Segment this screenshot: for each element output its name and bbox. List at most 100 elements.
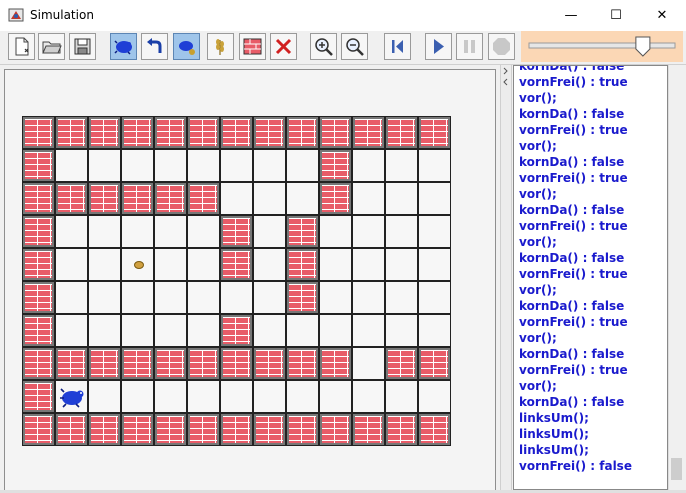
- empty-tile[interactable]: [352, 215, 385, 248]
- territory-canvas[interactable]: [4, 69, 496, 491]
- empty-tile[interactable]: [121, 215, 154, 248]
- turn-button[interactable]: [141, 33, 168, 60]
- empty-tile[interactable]: [154, 380, 187, 413]
- hamster-tool-button[interactable]: [110, 33, 137, 60]
- wall-tile[interactable]: [418, 347, 451, 380]
- empty-tile[interactable]: [385, 314, 418, 347]
- wall-tile[interactable]: [385, 347, 418, 380]
- empty-tile[interactable]: [319, 215, 352, 248]
- wall-tile[interactable]: [187, 413, 220, 446]
- wall-tile[interactable]: [121, 347, 154, 380]
- wall-tile[interactable]: [55, 413, 88, 446]
- empty-tile[interactable]: [55, 149, 88, 182]
- wall-tile[interactable]: [22, 314, 55, 347]
- empty-tile[interactable]: [352, 182, 385, 215]
- wall-tile[interactable]: [22, 215, 55, 248]
- empty-tile[interactable]: [253, 380, 286, 413]
- wall-tile[interactable]: [154, 413, 187, 446]
- empty-tile[interactable]: [154, 149, 187, 182]
- empty-tile[interactable]: [385, 380, 418, 413]
- wall-tile[interactable]: [22, 149, 55, 182]
- wall-tile[interactable]: [286, 281, 319, 314]
- wall-tile[interactable]: [187, 116, 220, 149]
- empty-tile[interactable]: [352, 149, 385, 182]
- wall-tile[interactable]: [286, 347, 319, 380]
- wall-tile[interactable]: [352, 116, 385, 149]
- wall-tile[interactable]: [187, 182, 220, 215]
- empty-tile[interactable]: [88, 314, 121, 347]
- wall-tile[interactable]: [22, 281, 55, 314]
- hamster-icon[interactable]: [58, 385, 86, 409]
- empty-tile[interactable]: [319, 281, 352, 314]
- empty-tile[interactable]: [286, 314, 319, 347]
- wall-tile[interactable]: [319, 347, 352, 380]
- grain-button[interactable]: [207, 33, 234, 60]
- pause-button[interactable]: [456, 33, 483, 60]
- empty-tile[interactable]: [55, 248, 88, 281]
- wall-tile[interactable]: [154, 347, 187, 380]
- wall-tile[interactable]: [22, 182, 55, 215]
- wall-tile[interactable]: [385, 413, 418, 446]
- wall-tile[interactable]: [55, 182, 88, 215]
- wall-tile[interactable]: [352, 413, 385, 446]
- wall-tile[interactable]: [319, 182, 352, 215]
- empty-tile[interactable]: [253, 314, 286, 347]
- wall-tile[interactable]: [55, 347, 88, 380]
- empty-tile[interactable]: [187, 314, 220, 347]
- empty-tile[interactable]: [55, 281, 88, 314]
- wall-tile[interactable]: [253, 347, 286, 380]
- wall-tile[interactable]: [22, 413, 55, 446]
- empty-tile[interactable]: [187, 149, 220, 182]
- wall-tile[interactable]: [154, 116, 187, 149]
- empty-tile[interactable]: [385, 215, 418, 248]
- empty-tile[interactable]: [253, 215, 286, 248]
- wall-tile[interactable]: [22, 380, 55, 413]
- wall-tile[interactable]: [253, 413, 286, 446]
- empty-tile[interactable]: [385, 149, 418, 182]
- wall-tile[interactable]: [220, 314, 253, 347]
- wall-tile[interactable]: [220, 215, 253, 248]
- empty-tile[interactable]: [187, 248, 220, 281]
- empty-tile[interactable]: [319, 248, 352, 281]
- save-button[interactable]: [69, 33, 96, 60]
- wall-tile[interactable]: [319, 149, 352, 182]
- empty-tile[interactable]: [352, 347, 385, 380]
- empty-tile[interactable]: [154, 314, 187, 347]
- zoom-out-button[interactable]: [341, 33, 368, 60]
- empty-tile[interactable]: [121, 281, 154, 314]
- empty-tile[interactable]: [352, 314, 385, 347]
- splitter[interactable]: [500, 65, 512, 493]
- empty-tile[interactable]: [319, 314, 352, 347]
- empty-tile[interactable]: [418, 281, 451, 314]
- delete-button[interactable]: [270, 33, 297, 60]
- new-button[interactable]: [8, 33, 35, 60]
- wall-tile[interactable]: [385, 116, 418, 149]
- play-button[interactable]: [425, 33, 452, 60]
- wall-tile[interactable]: [55, 116, 88, 149]
- wall-tile[interactable]: [253, 116, 286, 149]
- wall-tile[interactable]: [22, 116, 55, 149]
- empty-tile[interactable]: [253, 182, 286, 215]
- log-scrollbar-thumb[interactable]: [671, 458, 682, 480]
- open-button[interactable]: [38, 33, 65, 60]
- wall-button[interactable]: [239, 33, 266, 60]
- wall-tile[interactable]: [319, 116, 352, 149]
- wall-tile[interactable]: [220, 347, 253, 380]
- zoom-in-button[interactable]: [310, 33, 337, 60]
- empty-tile[interactable]: [253, 281, 286, 314]
- step-back-button[interactable]: [384, 33, 411, 60]
- empty-tile[interactable]: [154, 215, 187, 248]
- empty-tile[interactable]: [88, 248, 121, 281]
- empty-tile[interactable]: [187, 281, 220, 314]
- empty-tile[interactable]: [352, 281, 385, 314]
- empty-tile[interactable]: [418, 182, 451, 215]
- empty-tile[interactable]: [319, 380, 352, 413]
- wall-tile[interactable]: [154, 182, 187, 215]
- wall-tile[interactable]: [187, 347, 220, 380]
- wall-tile[interactable]: [88, 413, 121, 446]
- empty-tile[interactable]: [88, 149, 121, 182]
- empty-tile[interactable]: [187, 215, 220, 248]
- empty-tile[interactable]: [220, 182, 253, 215]
- wall-tile[interactable]: [121, 182, 154, 215]
- empty-tile[interactable]: [352, 248, 385, 281]
